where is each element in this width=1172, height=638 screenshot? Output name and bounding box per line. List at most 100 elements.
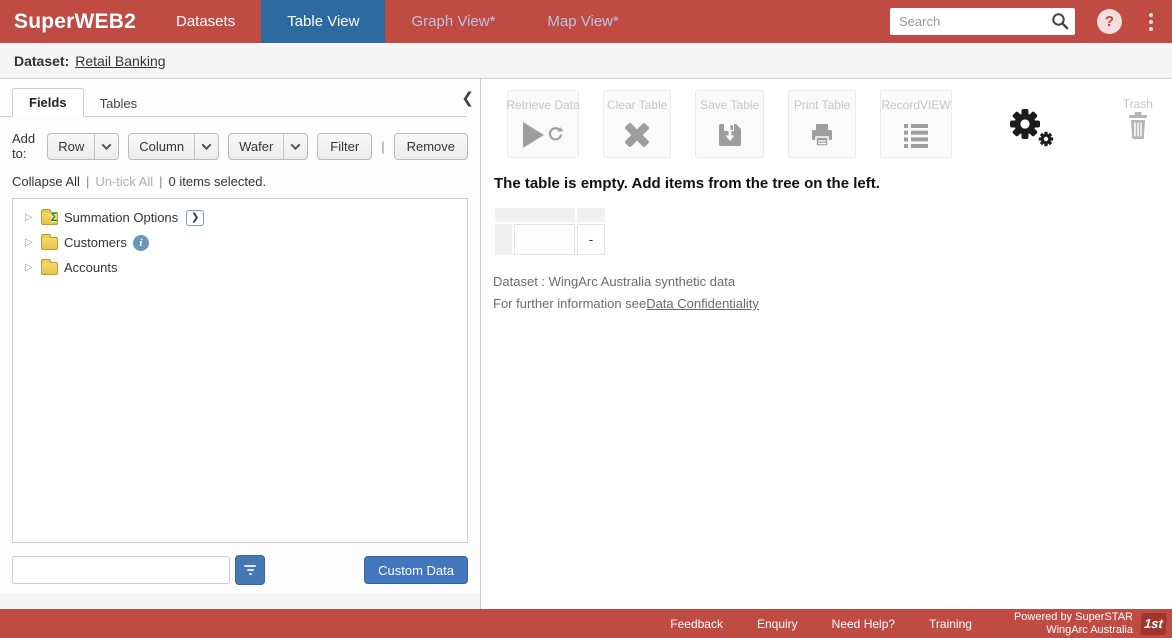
data-confidentiality-link[interactable]: Data Confidentiality [646, 296, 759, 311]
add-to-row: Add to: Row Column Wafer Filter | Remove [0, 117, 480, 161]
top-navbar: SuperWEB2 Datasets Table View Graph View… [0, 0, 1172, 43]
retrieve-data-label: Retrieve Data [506, 98, 579, 112]
save-table-label: Save Table [700, 98, 759, 112]
items-selected-count: 0 items selected. [169, 174, 267, 189]
row-button-label: Row [48, 139, 94, 154]
play-refresh-icon [523, 112, 564, 157]
left-panel: Fields Tables ❮ Add to: Row Column Wafer… [0, 79, 481, 609]
remove-button[interactable]: Remove [394, 133, 468, 160]
clear-x-icon [623, 112, 651, 157]
empty-table-message: The table is empty. Add items from the t… [494, 175, 1172, 192]
chevron-down-icon [102, 140, 112, 150]
expand-arrow-icon[interactable] [25, 237, 35, 248]
left-panel-footer-strip [0, 593, 480, 609]
tree-search-input[interactable] [12, 556, 230, 584]
printer-icon [808, 112, 836, 157]
table-header-row [495, 208, 605, 222]
table-data-cell: - [577, 224, 605, 255]
table-row-stub-cell [495, 224, 512, 255]
wingarc-logo: 1st [1140, 613, 1167, 635]
clear-table-button[interactable]: Clear Table [603, 90, 671, 158]
tree-toolbar: Collapse All | Un-tick All | 0 items sel… [0, 161, 480, 189]
chevron-down-icon [291, 140, 301, 150]
column-button-label: Column [129, 139, 194, 154]
nav-item-map-view[interactable]: Map View* [521, 0, 644, 43]
footer-link-enquiry[interactable]: Enquiry [757, 617, 798, 631]
tree-item-label[interactable]: Accounts [64, 260, 117, 275]
folder-icon [41, 237, 58, 250]
tree-filter-icon[interactable] [235, 555, 265, 585]
empty-table-preview: - [493, 206, 607, 257]
chevron-down-icon [202, 140, 212, 150]
tree-search-row: Custom Data [0, 543, 480, 593]
table-corner-cell [495, 208, 575, 222]
further-info-text: For further information see [493, 296, 646, 311]
separator: | [159, 174, 162, 189]
wafer-dropdown-caret[interactable] [284, 143, 307, 150]
recordview-label: RecordVIEW [881, 98, 950, 112]
custom-data-button[interactable]: Custom Data [364, 556, 468, 584]
add-to-wafer-button[interactable]: Wafer [228, 133, 308, 160]
print-table-button[interactable]: Print Table [788, 90, 856, 158]
separator: | [86, 174, 89, 189]
filter-button[interactable]: Filter [317, 133, 372, 160]
overflow-menu-icon[interactable] [1142, 13, 1160, 31]
collapse-all-link[interactable]: Collapse All [12, 174, 80, 189]
tab-tables[interactable]: Tables [84, 90, 154, 117]
main-area: Fields Tables ❮ Add to: Row Column Wafer… [0, 79, 1172, 609]
add-to-column-button[interactable]: Column [128, 133, 219, 160]
footer-link-training[interactable]: Training [929, 617, 972, 631]
summation-folder-icon [41, 212, 58, 225]
powered-by-line2: WingArc Australia [1014, 624, 1133, 637]
further-info-line: For further information seeData Confiden… [493, 296, 1172, 311]
tree-item-customers[interactable]: Customers i [17, 230, 463, 255]
footer-links: Feedback Enquiry Need Help? Training [670, 617, 972, 631]
expand-arrow-icon[interactable] [25, 262, 35, 273]
add-to-label: Add to: [12, 131, 38, 161]
retrieve-data-button[interactable]: Retrieve Data [507, 90, 579, 158]
search-input[interactable] [890, 8, 1075, 35]
nav-item-graph-view[interactable]: Graph View* [385, 0, 521, 43]
separator: | [381, 139, 384, 154]
powered-by-line1: Powered by SuperSTAR [1014, 611, 1133, 624]
table-row: - [495, 224, 605, 255]
nav-item-table-view[interactable]: Table View [261, 0, 385, 43]
table-row-header-cell [514, 224, 575, 255]
tree-item-label[interactable]: Summation Options [64, 210, 178, 225]
footer-link-need-help[interactable]: Need Help? [832, 617, 895, 631]
footer-link-feedback[interactable]: Feedback [670, 617, 723, 631]
clear-table-label: Clear Table [607, 98, 667, 112]
help-icon[interactable]: ? [1097, 9, 1122, 34]
open-summation-options-icon[interactable] [186, 210, 204, 226]
add-to-row-button[interactable]: Row [47, 133, 119, 160]
column-dropdown-caret[interactable] [195, 143, 218, 150]
collapse-panel-icon[interactable]: ❮ [461, 89, 474, 107]
save-floppy-icon [716, 112, 744, 157]
trash-button[interactable]: Trash [1104, 90, 1172, 139]
table-column-header-cell [577, 208, 605, 222]
tree-item-label[interactable]: Customers [64, 235, 127, 250]
field-tree: Summation Options Customers i Accounts [12, 198, 468, 543]
search-icon[interactable] [1049, 11, 1071, 33]
info-icon[interactable]: i [133, 235, 149, 251]
tab-fields[interactable]: Fields [12, 88, 84, 117]
row-dropdown-caret[interactable] [95, 143, 118, 150]
left-panel-tabs: Fields Tables ❮ [0, 79, 480, 117]
tree-item-summation-options[interactable]: Summation Options [17, 205, 463, 230]
trash-icon [1126, 111, 1150, 139]
table-view-panel: Retrieve Data Clear Table Save Table [481, 79, 1172, 609]
nav-item-datasets[interactable]: Datasets [150, 0, 261, 43]
print-table-label: Print Table [794, 98, 850, 112]
dataset-name-link[interactable]: Retail Banking [75, 53, 165, 69]
powered-by-text: Powered by SuperSTAR WingArc Australia [1014, 611, 1133, 636]
save-table-button[interactable]: Save Table [695, 90, 763, 158]
tree-item-accounts[interactable]: Accounts [17, 255, 463, 280]
list-icon [902, 112, 930, 157]
untick-all-link[interactable]: Un-tick All [95, 174, 153, 189]
recordview-button[interactable]: RecordVIEW [880, 90, 951, 158]
page-footer: Feedback Enquiry Need Help? Training Pow… [0, 609, 1172, 638]
search-box [890, 8, 1075, 35]
expand-arrow-icon[interactable] [25, 212, 35, 223]
dataset-bar: Dataset: Retail Banking [0, 43, 1172, 79]
table-options-gear-icon[interactable] [1008, 106, 1058, 151]
